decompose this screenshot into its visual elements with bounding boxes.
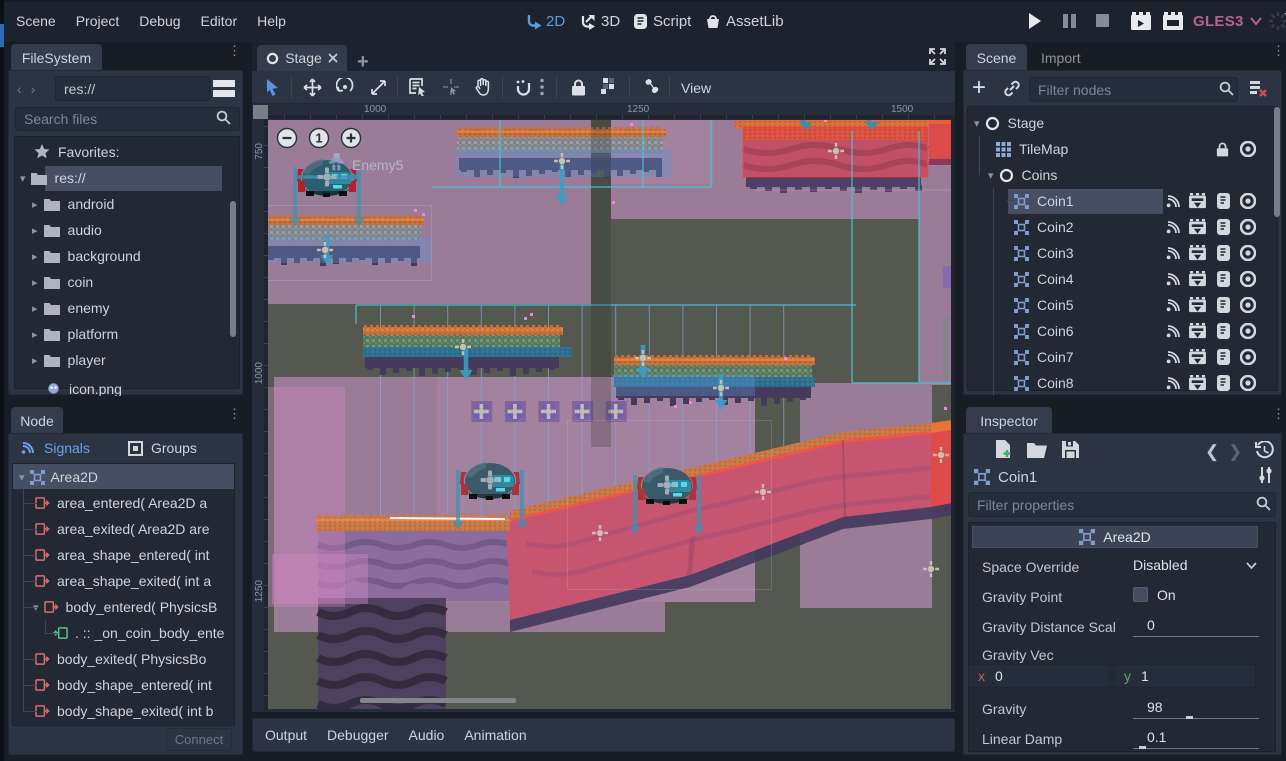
svg-text:1: 1: [315, 131, 322, 146]
svg-text:Enemy5: Enemy5: [352, 157, 404, 173]
